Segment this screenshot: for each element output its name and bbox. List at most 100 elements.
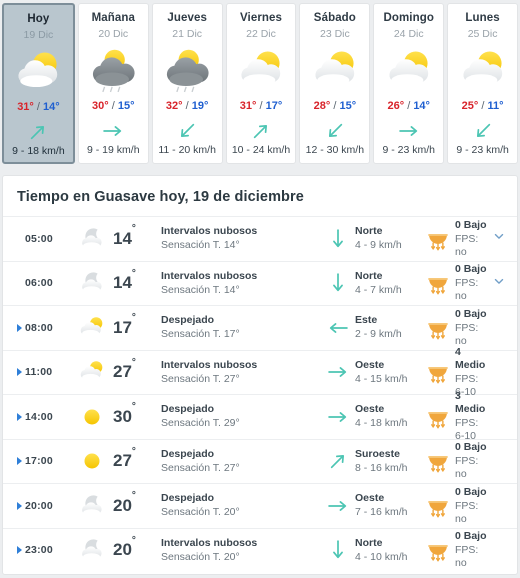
degree-symbol: ° xyxy=(131,490,136,502)
hour-temperature: 30° xyxy=(113,401,161,427)
day-temp-max: 31° xyxy=(239,100,257,112)
hour-wind-speed: 4 - 10 km/h xyxy=(355,550,408,563)
day-temp-min: 14° xyxy=(43,101,60,113)
hour-uv: 3 Medio FPS: 6-10 xyxy=(455,390,487,444)
day-card-lunes[interactable]: Lunes 25 Dic 25° / 11° 9 - 23 km/h xyxy=(447,3,519,164)
hour-temperature: 17° xyxy=(113,312,161,338)
expand-triangle-icon[interactable] xyxy=(13,457,25,466)
moon-behind-cloud-icon xyxy=(71,268,113,298)
expand-triangle-icon[interactable] xyxy=(13,368,25,377)
day-temp-min: 15° xyxy=(339,100,357,112)
hour-temp-value: 14 xyxy=(113,228,132,248)
temp-separator: / xyxy=(407,100,411,112)
hour-sky-condition: Intervalos nubosos xyxy=(161,358,258,371)
hourly-row[interactable]: 20:00 20° Despejado Sensación T. 20° Oeste 7 … xyxy=(3,483,517,528)
hour-feels-like: Sensación T. 17° xyxy=(161,328,240,341)
hour-description: Intervalos nubosos Sensación T. 20° xyxy=(161,537,321,564)
day-wind-speed: 9 - 23 km/h xyxy=(382,144,435,156)
day-date: 21 Dic xyxy=(172,28,203,40)
day-wind-speed: 9 - 18 km/h xyxy=(12,145,65,157)
hour-fps: FPS: 6-10 xyxy=(455,417,479,443)
day-temperatures: 31° / 14° xyxy=(17,101,59,113)
day-card-viernes[interactable]: Viernes 22 Dic 31° / 17° 10 - 24 km/h xyxy=(225,3,297,164)
hour-fps: FPS: no xyxy=(455,544,479,570)
sun-behind-white-cloud-icon xyxy=(306,43,364,97)
hour-uv: 0 Bajo FPS: no xyxy=(455,263,487,303)
day-card-jueves[interactable]: Jueves 21 Dic 32° / 19° 11 - 20 km/h xyxy=(151,3,223,164)
hour-feels-like: Sensación T. 14° xyxy=(161,239,240,252)
hour-description: Intervalos nubosos Sensación T. 27° xyxy=(161,359,321,386)
arrow-right-icon xyxy=(389,118,429,144)
expand-triangle-icon[interactable] xyxy=(13,501,25,510)
hour-temp-value: 27 xyxy=(113,451,132,471)
expand-triangle-icon[interactable] xyxy=(13,323,25,332)
expand-triangle-icon[interactable] xyxy=(13,546,25,555)
day-name: Jueves xyxy=(167,12,207,24)
hour-temp-value: 14 xyxy=(113,273,132,293)
hour-wind-direction: Oeste xyxy=(355,492,385,505)
day-wind-speed: 11 - 20 km/h xyxy=(158,144,216,156)
chevron-down-icon[interactable] xyxy=(487,229,511,248)
sun-behind-white-cloud-icon xyxy=(9,44,67,98)
day-name: Domingo xyxy=(383,12,434,24)
day-card-hoy[interactable]: Hoy 19 Dic 31° / 14° 9 - 18 km/h xyxy=(2,3,75,164)
hour-uv-index: 0 Bajo xyxy=(455,307,487,320)
day-wind-speed: 9 - 19 km/h xyxy=(87,144,140,156)
day-temp-max: 26° xyxy=(387,100,405,112)
hourly-rows-container: 05:00 14° Intervalos nubosos Sensación T. 1… xyxy=(3,216,517,572)
arrow-right-icon xyxy=(321,404,355,430)
hour-sky-condition: Intervalos nubosos xyxy=(161,536,258,549)
temp-separator: / xyxy=(185,100,189,112)
hourly-row[interactable]: 23:00 20° Intervalos nubosos Sensación T. 2… xyxy=(3,527,517,572)
day-date: 23 Dic xyxy=(319,28,350,40)
uv-sun-rays-icon xyxy=(421,537,455,563)
uv-sun-rays-icon xyxy=(421,404,455,430)
day-temp-min: 19° xyxy=(191,100,209,112)
hour-uv-index: 3 Medio xyxy=(455,390,486,416)
degree-symbol: ° xyxy=(131,312,136,324)
hour-temperature: 27° xyxy=(113,446,161,471)
hour-uv: 0 Bajo FPS: no xyxy=(455,530,487,570)
day-card-domingo[interactable]: Domingo 24 Dic 26° / 14° 9 - 23 km/h xyxy=(373,3,445,164)
hour-temp-value: 20 xyxy=(113,495,132,515)
arrow-down-left-icon xyxy=(315,118,355,144)
expand-triangle-icon xyxy=(13,279,25,287)
arrow-left-icon xyxy=(321,315,355,341)
uv-sun-rays-icon xyxy=(421,448,455,474)
arrow-right-icon xyxy=(321,493,355,519)
day-card-maana[interactable]: Mañana 20 Dic 30° / 15° 9 - 19 km/h xyxy=(77,3,149,164)
hour-fps: FPS: no xyxy=(455,277,479,303)
day-temp-max: 31° xyxy=(17,101,34,113)
day-card-sbado[interactable]: Sábado 23 Dic 28° / 15° 12 - 30 km/h xyxy=(299,3,371,164)
day-temperatures: 26° / 14° xyxy=(387,100,429,112)
hourly-row[interactable]: 06:00 14° Intervalos nubosos Sensación T. 1… xyxy=(3,260,517,305)
hourly-row[interactable]: 11:00 27° Intervalos nubosos Sensación T. 2… xyxy=(3,346,517,398)
hour-wind-speed: 4 - 9 km/h xyxy=(355,239,402,252)
hourly-row[interactable]: 14:00 30° Despejado Sensación T. 29° Oeste 4 … xyxy=(3,390,517,442)
hour-wind: Suroeste 8 - 16 km/h xyxy=(355,448,421,475)
hour-temperature: 14° xyxy=(113,268,161,293)
hour-feels-like: Sensación T. 27° xyxy=(161,461,240,474)
moon-behind-cloud-icon xyxy=(71,535,113,565)
uv-sun-rays-icon xyxy=(421,493,455,519)
hour-wind: Oeste 4 - 18 km/h xyxy=(355,403,421,430)
hour-uv-index: 0 Bajo xyxy=(455,530,487,543)
day-temp-min: 11° xyxy=(487,100,504,112)
hourly-row[interactable]: 08:00 17° Despejado Sensación T. 17° Este 2 -… xyxy=(3,305,517,350)
expand-triangle-icon xyxy=(13,235,25,243)
hour-wind-direction: Oeste xyxy=(355,358,385,371)
day-temperatures: 28° / 15° xyxy=(314,100,356,112)
day-temperatures: 31° / 17° xyxy=(240,100,282,112)
hourly-forecast-panel: Tiempo en Guasave hoy, 19 de diciembre 0… xyxy=(2,175,518,575)
chevron-down-icon[interactable] xyxy=(487,274,511,293)
sun-behind-dark-cloud-icon xyxy=(158,43,216,97)
hour-wind-speed: 4 - 18 km/h xyxy=(355,417,408,430)
hourly-row[interactable]: 17:00 27° Despejado Sensación T. 27° Suroest… xyxy=(3,438,517,483)
hour-uv: 0 Bajo FPS: no xyxy=(455,219,487,259)
hour-time: 23:00 xyxy=(25,544,53,557)
day-wind-speed: 12 - 30 km/h xyxy=(305,144,365,156)
hour-wind-speed: 2 - 9 km/h xyxy=(355,328,402,341)
hourly-row[interactable]: 05:00 14° Intervalos nubosos Sensación T. 1… xyxy=(3,216,517,261)
expand-triangle-icon[interactable] xyxy=(13,412,25,421)
day-temp-min: 14° xyxy=(413,100,430,112)
